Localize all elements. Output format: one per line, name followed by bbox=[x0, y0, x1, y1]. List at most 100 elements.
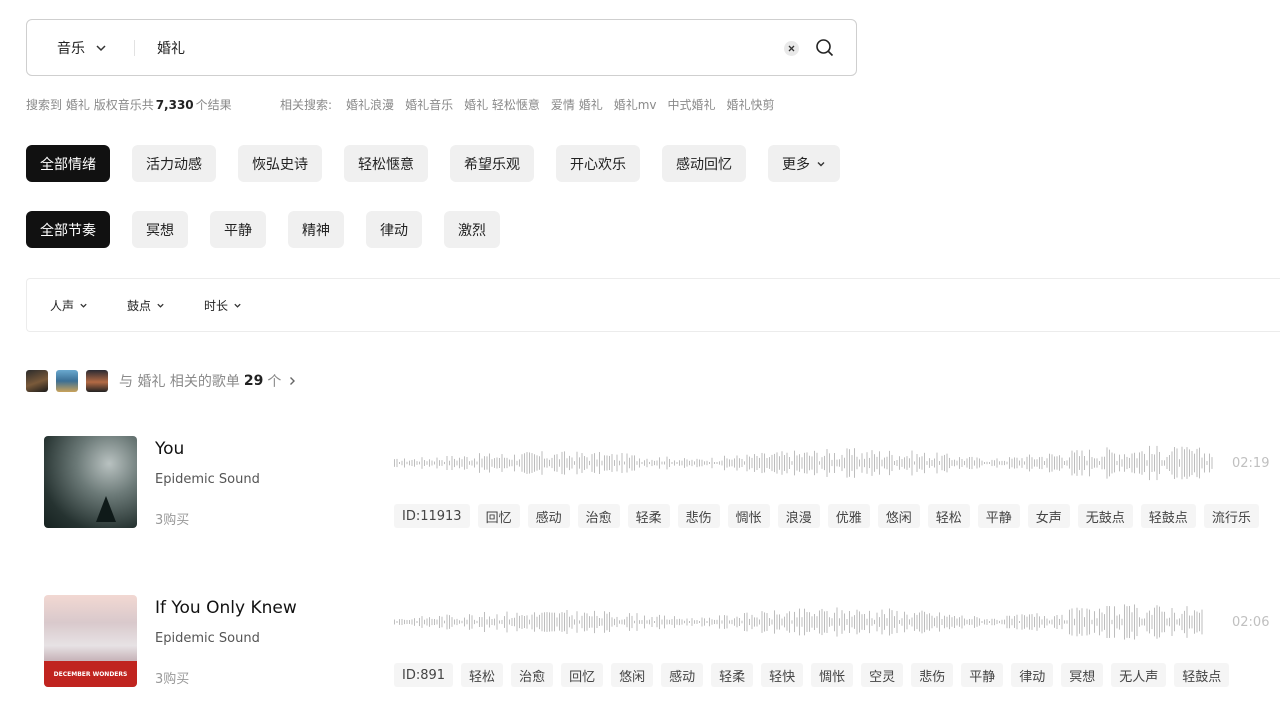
tempo-chip[interactable]: 冥想 bbox=[132, 211, 188, 248]
track-tag[interactable]: 感动 bbox=[661, 663, 704, 687]
clear-icon[interactable] bbox=[784, 41, 799, 56]
track-artist[interactable]: Epidemic Sound bbox=[155, 631, 260, 646]
track-tag[interactable]: 治愈 bbox=[577, 504, 620, 528]
filter-vocals-dropdown[interactable]: 人声 bbox=[50, 297, 88, 314]
album-cover[interactable] bbox=[44, 436, 137, 528]
tempo-chip[interactable]: 精神 bbox=[288, 211, 344, 248]
mood-chip[interactable]: 活力动感 bbox=[132, 145, 216, 182]
related-item[interactable]: 婚礼 轻松惬意 bbox=[464, 96, 540, 113]
playlist-thumbnail bbox=[26, 369, 48, 392]
result-suffix: 个结果 bbox=[195, 98, 232, 112]
track-title[interactable]: You bbox=[155, 439, 184, 459]
mood-more-label: 更多 bbox=[782, 156, 810, 173]
result-keyword: 婚礼 bbox=[65, 98, 90, 112]
search-icon[interactable] bbox=[815, 38, 835, 58]
mood-chip-all[interactable]: 全部情绪 bbox=[26, 145, 110, 182]
chevron-down-icon bbox=[80, 303, 87, 308]
track-tag[interactable]: 空灵 bbox=[861, 663, 904, 687]
track-tag[interactable]: 悲伤 bbox=[677, 504, 720, 528]
related-item[interactable]: 中式婚礼 bbox=[668, 96, 716, 113]
related-item[interactable]: 爱情 婚礼 bbox=[551, 96, 603, 113]
track-row: You Epidemic Sound 3购买 02:19 ID:11913 回忆… bbox=[44, 436, 1274, 531]
filter-duration-dropdown[interactable]: 时长 bbox=[204, 297, 242, 314]
playlist-thumbnail bbox=[56, 369, 78, 392]
track-tag[interactable]: 治愈 bbox=[511, 663, 554, 687]
track-tag[interactable]: 优雅 bbox=[827, 504, 870, 528]
filter-bar: 人声 鼓点 时长 bbox=[26, 278, 1280, 332]
track-tag[interactable]: 轻快 bbox=[761, 663, 804, 687]
cover-band: DECEMBER WONDERS bbox=[44, 661, 137, 687]
filter-drums-dropdown[interactable]: 鼓点 bbox=[127, 297, 165, 314]
mood-chip[interactable]: 开心欢乐 bbox=[556, 145, 640, 182]
track-tag[interactable]: 惆怅 bbox=[727, 504, 770, 528]
tempo-chip-all[interactable]: 全部节奏 bbox=[26, 211, 110, 248]
track-tag[interactable]: 轻松 bbox=[461, 663, 504, 687]
mood-more-button[interactable]: 更多 bbox=[768, 145, 840, 182]
track-tag[interactable]: 轻柔 bbox=[711, 663, 754, 687]
track-tag[interactable]: 无鼓点 bbox=[1077, 504, 1133, 528]
track-tag[interactable]: 冥想 bbox=[1061, 663, 1104, 687]
search-input[interactable] bbox=[157, 34, 757, 62]
track-purchase-count: 3购买 bbox=[155, 513, 190, 528]
search-divider bbox=[134, 40, 135, 56]
track-tag[interactable]: 感动 bbox=[527, 504, 570, 528]
result-count: 7,330 bbox=[155, 97, 194, 112]
related-item[interactable]: 婚礼mv bbox=[614, 96, 657, 113]
track-tag[interactable]: 轻鼓点 bbox=[1174, 663, 1230, 687]
track-tag[interactable]: 平静 bbox=[977, 504, 1020, 528]
result-summary: 搜索到 婚礼 版权音乐共 7,330 个结果 bbox=[26, 96, 232, 113]
track-tag[interactable]: 轻鼓点 bbox=[1140, 504, 1196, 528]
track-tag[interactable]: 回忆 bbox=[561, 663, 604, 687]
track-tag[interactable]: 悠闲 bbox=[877, 504, 920, 528]
search-category-dropdown[interactable]: 音乐 bbox=[57, 20, 107, 75]
tempo-chip[interactable]: 平静 bbox=[210, 211, 266, 248]
playlists-unit: 个 bbox=[267, 373, 282, 390]
chevron-right-icon bbox=[290, 376, 296, 385]
chevron-down-icon bbox=[817, 161, 825, 166]
result-middle: 版权音乐共 bbox=[93, 98, 154, 112]
track-tag[interactable]: 回忆 bbox=[477, 504, 520, 528]
tempo-chip[interactable]: 激烈 bbox=[444, 211, 500, 248]
track-duration: 02:19 bbox=[1232, 456, 1270, 471]
track-tag[interactable]: 悲伤 bbox=[911, 663, 954, 687]
track-tag[interactable]: 无人声 bbox=[1111, 663, 1167, 687]
track-tag[interactable]: 流行乐 bbox=[1203, 504, 1259, 528]
track-tag[interactable]: 惆怅 bbox=[811, 663, 854, 687]
track-id: ID:891 bbox=[394, 663, 454, 687]
filter-label: 时长 bbox=[204, 298, 229, 313]
track-purchase-count: 3购买 bbox=[155, 672, 190, 687]
track-tag[interactable]: 悠闲 bbox=[611, 663, 654, 687]
mood-chip[interactable]: 轻松惬意 bbox=[344, 145, 428, 182]
mood-chip[interactable]: 恢弘史诗 bbox=[238, 145, 322, 182]
chevron-down-icon bbox=[157, 303, 164, 308]
related-playlists-link[interactable]: 与 婚礼 相关的歌单 29 个 bbox=[26, 369, 297, 392]
track-tag[interactable]: 律动 bbox=[1011, 663, 1054, 687]
related-item[interactable]: 婚礼音乐 bbox=[405, 96, 453, 113]
chevron-down-icon bbox=[96, 44, 106, 51]
track-tag[interactable]: 浪漫 bbox=[777, 504, 820, 528]
track-tags: ID:11913 回忆 感动 治愈 轻柔 悲伤 惆怅 浪漫 优雅 悠闲 轻松 平… bbox=[394, 504, 1267, 528]
related-item[interactable]: 婚礼快剪 bbox=[727, 96, 775, 113]
track-tag[interactable]: 轻松 bbox=[927, 504, 970, 528]
track-title[interactable]: If You Only Knew bbox=[155, 598, 297, 618]
track-tag[interactable]: 轻柔 bbox=[627, 504, 670, 528]
mood-chip[interactable]: 希望乐观 bbox=[450, 145, 534, 182]
tempo-chip[interactable]: 律动 bbox=[366, 211, 422, 248]
related-item[interactable]: 婚礼浪漫 bbox=[346, 96, 394, 113]
search-box: 音乐 bbox=[26, 19, 857, 76]
track-tags: ID:891 轻松 治愈 回忆 悠闲 感动 轻柔 轻快 惆怅 空灵 悲伤 平静 … bbox=[394, 663, 1237, 687]
related-label: 相关搜索: bbox=[280, 98, 333, 112]
cover-text: DECEMBER WONDERS bbox=[53, 670, 128, 678]
waveform[interactable] bbox=[394, 603, 1214, 641]
track-tag[interactable]: 平静 bbox=[961, 663, 1004, 687]
filter-label: 人声 bbox=[50, 298, 75, 313]
track-id: ID:11913 bbox=[394, 504, 470, 528]
playlists-text: 与 婚礼 相关的歌单 bbox=[119, 373, 240, 390]
track-tag[interactable]: 女声 bbox=[1027, 504, 1070, 528]
track-artist[interactable]: Epidemic Sound bbox=[155, 472, 260, 487]
search-category-label: 音乐 bbox=[57, 40, 85, 57]
album-cover[interactable]: DECEMBER WONDERS bbox=[44, 595, 137, 687]
waveform[interactable] bbox=[394, 444, 1214, 482]
mood-chip[interactable]: 感动回忆 bbox=[662, 145, 746, 182]
track-row: DECEMBER WONDERS If You Only Knew Epidem… bbox=[44, 595, 1274, 690]
